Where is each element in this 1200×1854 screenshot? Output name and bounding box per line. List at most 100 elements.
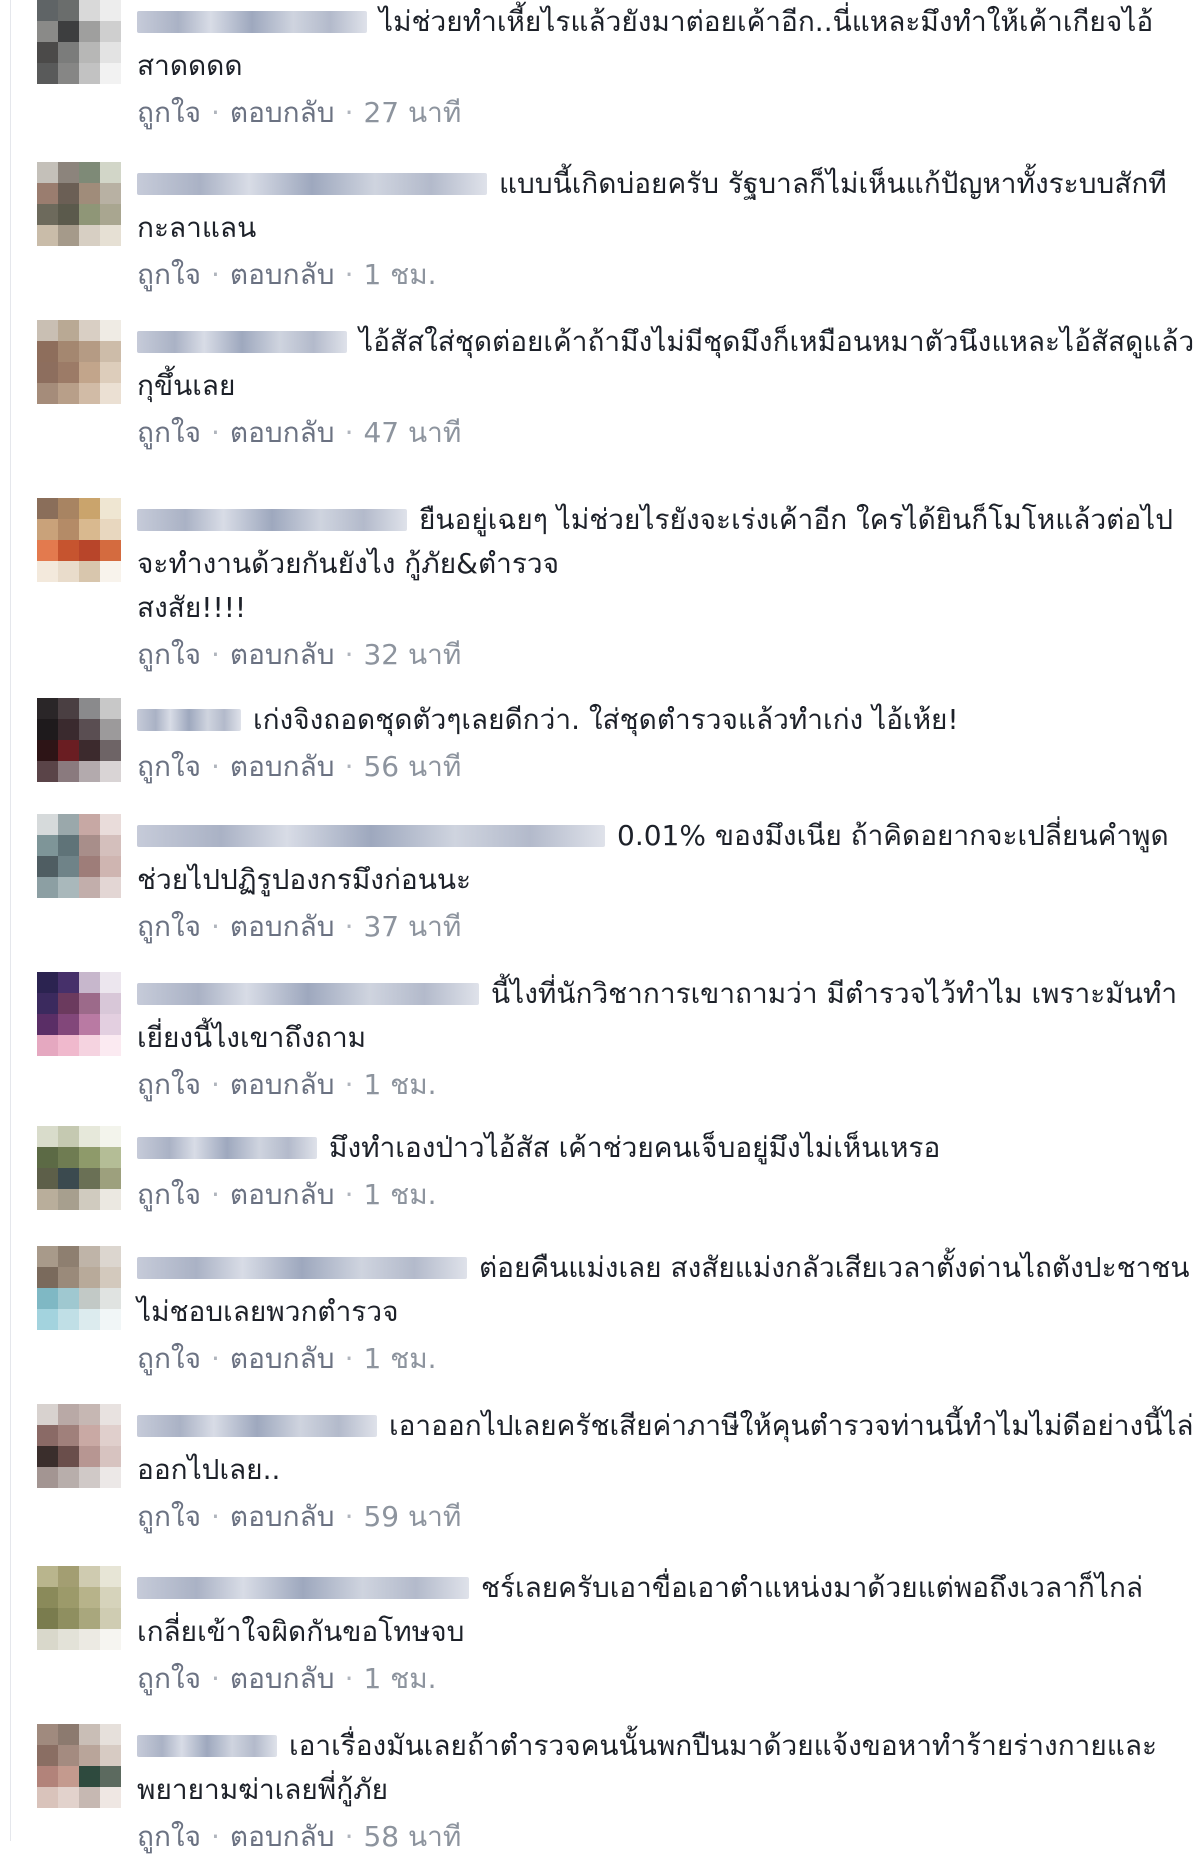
separator-dot: ·	[344, 1342, 354, 1375]
comment-timestamp[interactable]: 56 นาที	[363, 750, 461, 784]
comment-body: นี้ไงที่นักวิชาการเขาถามว่า มีตำรวจไว้ทำ…	[137, 972, 1197, 1102]
comment-body: มึงทำเองป่าวไอ้สัส เค้าช่วยคนเจ็บอยู่มึง…	[137, 1126, 1197, 1212]
avatar[interactable]	[37, 498, 121, 582]
avatar[interactable]	[37, 162, 121, 246]
reply-link[interactable]: ตอบกลับ	[230, 416, 335, 450]
comment-timestamp[interactable]: 37 นาที	[363, 910, 461, 944]
comment-actions: ถูกใจ · ตอบกลับ · 1 ชม.	[137, 1178, 1197, 1212]
separator-dot: ·	[210, 96, 220, 129]
comment-timestamp[interactable]: 1 ชม.	[363, 1342, 436, 1376]
comment-text: แบบนี้เกิดบ่อยครับ รัฐบาลก็ไม่เห็นแก้ปัญ…	[137, 167, 1176, 244]
reply-link[interactable]: ตอบกลับ	[230, 1178, 335, 1212]
separator-dot: ·	[210, 1178, 220, 1211]
comment-timestamp[interactable]: 1 ชม.	[363, 1068, 436, 1102]
like-link[interactable]: ถูกใจ	[137, 258, 201, 292]
separator-dot: ·	[344, 750, 354, 783]
avatar[interactable]	[37, 1126, 121, 1210]
avatar[interactable]	[37, 698, 121, 782]
comment-text: ต่อยคืนแม่งเลย สงสัยแม่งกลัวเสียเวลาตั้ง…	[137, 1251, 1199, 1328]
like-link[interactable]: ถูกใจ	[137, 416, 201, 450]
like-link[interactable]: ถูกใจ	[137, 750, 201, 784]
separator-dot: ·	[210, 1662, 220, 1695]
separator-dot: ·	[210, 1820, 220, 1853]
reply-link[interactable]: ตอบกลับ	[230, 1662, 335, 1696]
like-link[interactable]: ถูกใจ	[137, 638, 201, 672]
avatar[interactable]	[37, 1246, 121, 1330]
commenter-name-blurred[interactable]	[137, 1577, 469, 1599]
comment-timestamp[interactable]: 1 ชม.	[363, 1178, 436, 1212]
comment-body: เอาออกไปเลยครัชเสียค่าภาษีให้คุนตำรวจท่า…	[137, 1404, 1197, 1534]
commenter-name-blurred[interactable]	[137, 1257, 467, 1279]
reply-link[interactable]: ตอบกลับ	[230, 1500, 335, 1534]
separator-dot: ·	[344, 1500, 354, 1533]
separator-dot: ·	[344, 910, 354, 943]
commenter-name-blurred[interactable]	[137, 709, 241, 731]
separator-dot: ·	[344, 258, 354, 291]
commenter-name-blurred[interactable]	[137, 983, 479, 1005]
reply-link[interactable]: ตอบกลับ	[230, 1820, 335, 1854]
like-link[interactable]: ถูกใจ	[137, 1662, 201, 1696]
comment-actions: ถูกใจ · ตอบกลับ · 47 นาที	[137, 416, 1197, 450]
comment-timestamp[interactable]: 1 ชม.	[363, 1662, 436, 1696]
comment-text: ยืนอยู่เฉยๆ ไม่ช่วยไรยังจะเร่งเค้าอีก ใค…	[137, 503, 1174, 624]
avatar[interactable]	[37, 1566, 121, 1650]
like-link[interactable]: ถูกใจ	[137, 96, 201, 130]
comment-timestamp[interactable]: 58 นาที	[363, 1820, 461, 1854]
commenter-name-blurred[interactable]	[137, 825, 605, 847]
separator-dot: ·	[210, 910, 220, 943]
commenter-name-blurred[interactable]	[137, 1137, 317, 1159]
avatar[interactable]	[37, 1404, 121, 1488]
comment-timestamp[interactable]: 47 นาที	[363, 416, 461, 450]
like-link[interactable]: ถูกใจ	[137, 1342, 201, 1376]
comment-timestamp[interactable]: 1 ชม.	[363, 258, 436, 292]
like-link[interactable]: ถูกใจ	[137, 910, 201, 944]
commenter-name-blurred[interactable]	[137, 1735, 277, 1757]
reply-link[interactable]: ตอบกลับ	[230, 1068, 335, 1102]
comment-actions: ถูกใจ · ตอบกลับ · 37 นาที	[137, 910, 1197, 944]
comment-text: 0.01% ของมึงเนีย ถ้าคิดอยากจะเปลี่ยนคำพู…	[137, 819, 1178, 896]
separator-dot: ·	[210, 1500, 220, 1533]
avatar[interactable]	[37, 320, 121, 404]
like-link[interactable]: ถูกใจ	[137, 1500, 201, 1534]
avatar[interactable]	[37, 0, 121, 84]
comment-text: นี้ไงที่นักวิชาการเขาถามว่า มีตำรวจไว้ทำ…	[137, 977, 1178, 1054]
comment-text: ไอ้สัสใส่ชุดต่อยเค้าถ้ามึงไม่มีชุดมึงก็เ…	[137, 325, 1195, 402]
separator-dot: ·	[344, 1068, 354, 1101]
reply-link[interactable]: ตอบกลับ	[230, 638, 335, 672]
commenter-name-blurred[interactable]	[137, 11, 367, 33]
comment-actions: ถูกใจ · ตอบกลับ · 1 ชม.	[137, 258, 1197, 292]
commenter-name-blurred[interactable]	[137, 331, 347, 353]
comment-text: เอาเรื่องมันเลยถ้าตำรวจคนนั้นพกปืนมาด้วย…	[137, 1729, 1158, 1806]
reply-link[interactable]: ตอบกลับ	[230, 258, 335, 292]
separator-dot: ·	[210, 1342, 220, 1375]
comment-timestamp[interactable]: 59 นาที	[363, 1500, 461, 1534]
feed-left-border	[10, 0, 11, 1841]
like-link[interactable]: ถูกใจ	[137, 1178, 201, 1212]
comment-text: เก่งจิงถอดชุดตัวๆเลยดีกว่า. ใส่ชุดตำรวจแ…	[137, 698, 1197, 742]
like-link[interactable]: ถูกใจ	[137, 1820, 201, 1854]
reply-link[interactable]: ตอบกลับ	[230, 96, 335, 130]
comment-actions: ถูกใจ · ตอบกลับ · 1 ชม.	[137, 1662, 1197, 1696]
separator-dot: ·	[210, 638, 220, 671]
comment-body: เอาเรื่องมันเลยถ้าตำรวจคนนั้นพกปืนมาด้วย…	[137, 1724, 1197, 1854]
comment-body: แบบนี้เกิดบ่อยครับ รัฐบาลก็ไม่เห็นแก้ปัญ…	[137, 162, 1197, 292]
avatar[interactable]	[37, 972, 121, 1056]
comment-timestamp[interactable]: 32 นาที	[363, 638, 461, 672]
commenter-name-blurred[interactable]	[137, 509, 407, 531]
like-link[interactable]: ถูกใจ	[137, 1068, 201, 1102]
comment-actions: ถูกใจ · ตอบกลับ · 58 นาที	[137, 1820, 1197, 1854]
avatar[interactable]	[37, 1724, 121, 1808]
reply-link[interactable]: ตอบกลับ	[230, 910, 335, 944]
comment-body: ไม่ช่วยทำเหี้ยไรแล้วยังมาต่อยเค้าอีก..นี…	[137, 0, 1197, 130]
reply-link[interactable]: ตอบกลับ	[230, 1342, 335, 1376]
separator-dot: ·	[344, 1662, 354, 1695]
commenter-name-blurred[interactable]	[137, 1415, 377, 1437]
avatar[interactable]	[37, 814, 121, 898]
comment-text: ไม่ช่วยทำเหี้ยไรแล้วยังมาต่อยเค้าอีก..นี…	[137, 5, 1154, 82]
separator-dot: ·	[344, 96, 354, 129]
comment-timestamp[interactable]: 27 นาที	[363, 96, 461, 130]
commenter-name-blurred[interactable]	[137, 173, 487, 195]
reply-link[interactable]: ตอบกลับ	[230, 750, 335, 784]
comment-body: ต่อยคืนแม่งเลย สงสัยแม่งกลัวเสียเวลาตั้ง…	[137, 1246, 1197, 1376]
separator-dot: ·	[210, 750, 220, 783]
